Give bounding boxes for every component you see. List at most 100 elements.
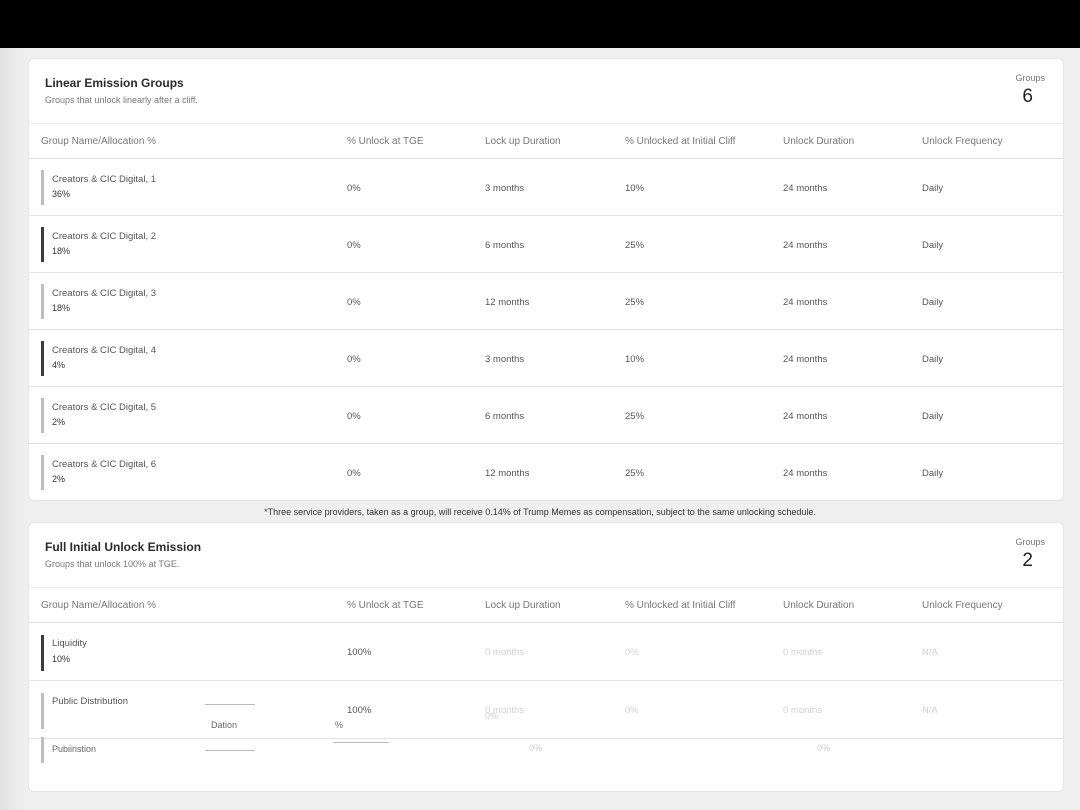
full-unlock-card: Full Initial Unlock Emission Groups that… [28, 522, 1064, 792]
linear-emission-card: Linear Emission Groups Groups that unloc… [28, 58, 1064, 501]
unlocked-at-cliff: 25% [625, 297, 645, 308]
row-color-bar [41, 693, 44, 729]
column-header-lockup: Lock up Duration [485, 136, 561, 147]
unlock-at-tge: 0% [347, 240, 361, 251]
column-header-duration: Unlock Duration [783, 600, 855, 611]
allocation-percent: 10% [52, 654, 71, 664]
table-row: Creators & CIC Digital, 5 2% 0% 6 months 25%… [29, 387, 1063, 444]
unlocked-at-cliff: 25% [625, 411, 645, 422]
unlocked-at-cliff: 10% [625, 183, 645, 194]
column-header-frequency: Unlock Frequency [922, 136, 1003, 147]
allocation-percent: 2% [52, 417, 66, 427]
table-row: Creators & CIC Digital, 2 18% 0% 6 months 25… [29, 216, 1063, 273]
column-header-group: Group Name/Allocation % [41, 600, 157, 611]
unlocked-at-cliff: 0% [625, 705, 639, 716]
group-name: Creators & CIC Digital, 4 [52, 345, 157, 356]
unlock-frequency: Daily [922, 183, 944, 194]
card-title: Full Initial Unlock Emission [45, 540, 202, 554]
unlock-at-tge: 0% [347, 411, 361, 422]
lockup-duration: 6 months [485, 240, 525, 251]
column-header-duration: Unlock Duration [783, 136, 855, 147]
column-header-cliff: % Unlocked at Initial Cliff [625, 600, 736, 611]
unlock-frequency: Daily [922, 354, 944, 365]
table-row: Public Distribution 100% 0 months 0% 0 month… [29, 681, 1063, 739]
column-header-cliff: % Unlocked at Initial Cliff [625, 136, 736, 147]
table-row: Creators & CIC Digital, 1 36% 0% 3 months 10… [29, 159, 1063, 216]
unlock-at-tge: 0% [347, 354, 361, 365]
group-name: Creators & CIC Digital, 1 [52, 174, 157, 185]
group-name: Creators & CIC Digital, 5 [52, 402, 157, 413]
unlock-duration: 0 months [783, 705, 823, 716]
card-header: Full Initial Unlock Emission Groups that… [29, 523, 1063, 595]
lockup-duration: 6 months [485, 411, 525, 422]
card-title: Linear Emission Groups [45, 76, 184, 90]
footnote: *Three service providers, taken as a gro… [264, 507, 816, 517]
allocation-percent: 36% [52, 189, 71, 199]
ghost-line [205, 750, 255, 751]
ghost-line [333, 742, 389, 743]
table-row: Creators & CIC Digital, 3 18% 0% 12 months 2… [29, 273, 1063, 330]
unlock-frequency: Daily [922, 297, 944, 308]
ghost-text-zero: 0% [529, 743, 543, 753]
group-name: Liquidity [52, 638, 87, 649]
group-name: Creators & CIC Digital, 6 [52, 459, 157, 470]
row-color-bar [41, 737, 44, 763]
row-color-bar [41, 455, 44, 490]
ghost-text-mid: Dation [211, 720, 238, 730]
ghost-text-zero: 0% [485, 711, 499, 721]
groups-count-value: 2 [1022, 550, 1033, 571]
unlock-frequency: Daily [922, 411, 944, 422]
unlock-at-tge: 0% [347, 468, 361, 479]
unlocked-at-cliff: 0% [625, 647, 639, 658]
ghost-text-zero: 0% [817, 743, 831, 753]
allocation-percent: 18% [52, 303, 71, 313]
group-name: Public Distribution [52, 696, 129, 707]
ghost-line [205, 704, 255, 705]
table-row: Creators & CIC Digital, 6 2% 0% 12 months 25… [29, 444, 1063, 501]
unlock-duration: 24 months [783, 183, 828, 194]
unlock-duration: 24 months [783, 354, 828, 365]
unlocked-at-cliff: 25% [625, 240, 645, 251]
groups-count-label: Groups [1015, 73, 1045, 83]
unlock-at-tge: 100% [347, 647, 372, 658]
row-color-bar [41, 227, 44, 262]
unlock-frequency: Daily [922, 240, 944, 251]
column-header-lockup: Lock up Duration [485, 600, 561, 611]
unlock-duration: 0 months [783, 647, 823, 658]
unlocked-at-cliff: 25% [625, 468, 645, 479]
lockup-duration: 0 months [485, 647, 525, 658]
table-header: Group Name/Allocation % % Unlock at TGE … [29, 123, 1063, 159]
row-color-bar [41, 341, 44, 376]
allocation-percent: 18% [52, 246, 71, 256]
unlock-duration: 24 months [783, 240, 828, 251]
unlock-duration: 24 months [783, 468, 828, 479]
group-name: Creators & CIC Digital, 2 [52, 231, 157, 242]
row-color-bar [41, 170, 44, 205]
lockup-duration: 12 months [485, 297, 530, 308]
card-subtitle: Groups that unlock linearly after a clif… [45, 95, 198, 105]
unlock-at-tge: 100% [347, 705, 372, 716]
allocation-percent: 2% [52, 474, 66, 484]
row-color-bar [41, 284, 44, 319]
ghost-text-name: Pubiiristion [52, 744, 97, 754]
table-row: Liquidity 10% 100% 0 months 0% 0 months N/A [29, 623, 1063, 681]
left-edge-shadow [0, 48, 26, 810]
column-header-group: Group Name/Allocation % [41, 136, 157, 147]
column-header-tge: % Unlock at TGE [347, 600, 424, 611]
unlock-frequency: Daily [922, 468, 944, 479]
ghost-text-pct: % [335, 720, 344, 730]
table-row: Creators & CIC Digital, 4 4% 0% 3 months 10%… [29, 330, 1063, 387]
groups-count-value: 6 [1022, 86, 1033, 107]
unlock-at-tge: 0% [347, 297, 361, 308]
row-color-bar [41, 635, 44, 671]
unlocked-at-cliff: 10% [625, 354, 645, 365]
row-color-bar [41, 398, 44, 433]
unlock-at-tge: 0% [347, 183, 361, 194]
allocation-percent: 4% [52, 360, 66, 370]
unlock-frequency: N/A [922, 705, 938, 716]
unlock-duration: 24 months [783, 411, 828, 422]
table-header: Group Name/Allocation % % Unlock at TGE … [29, 587, 1063, 623]
card-header: Linear Emission Groups Groups that unloc… [29, 59, 1063, 131]
column-header-tge: % Unlock at TGE [347, 136, 424, 147]
unlock-frequency: N/A [922, 647, 938, 658]
